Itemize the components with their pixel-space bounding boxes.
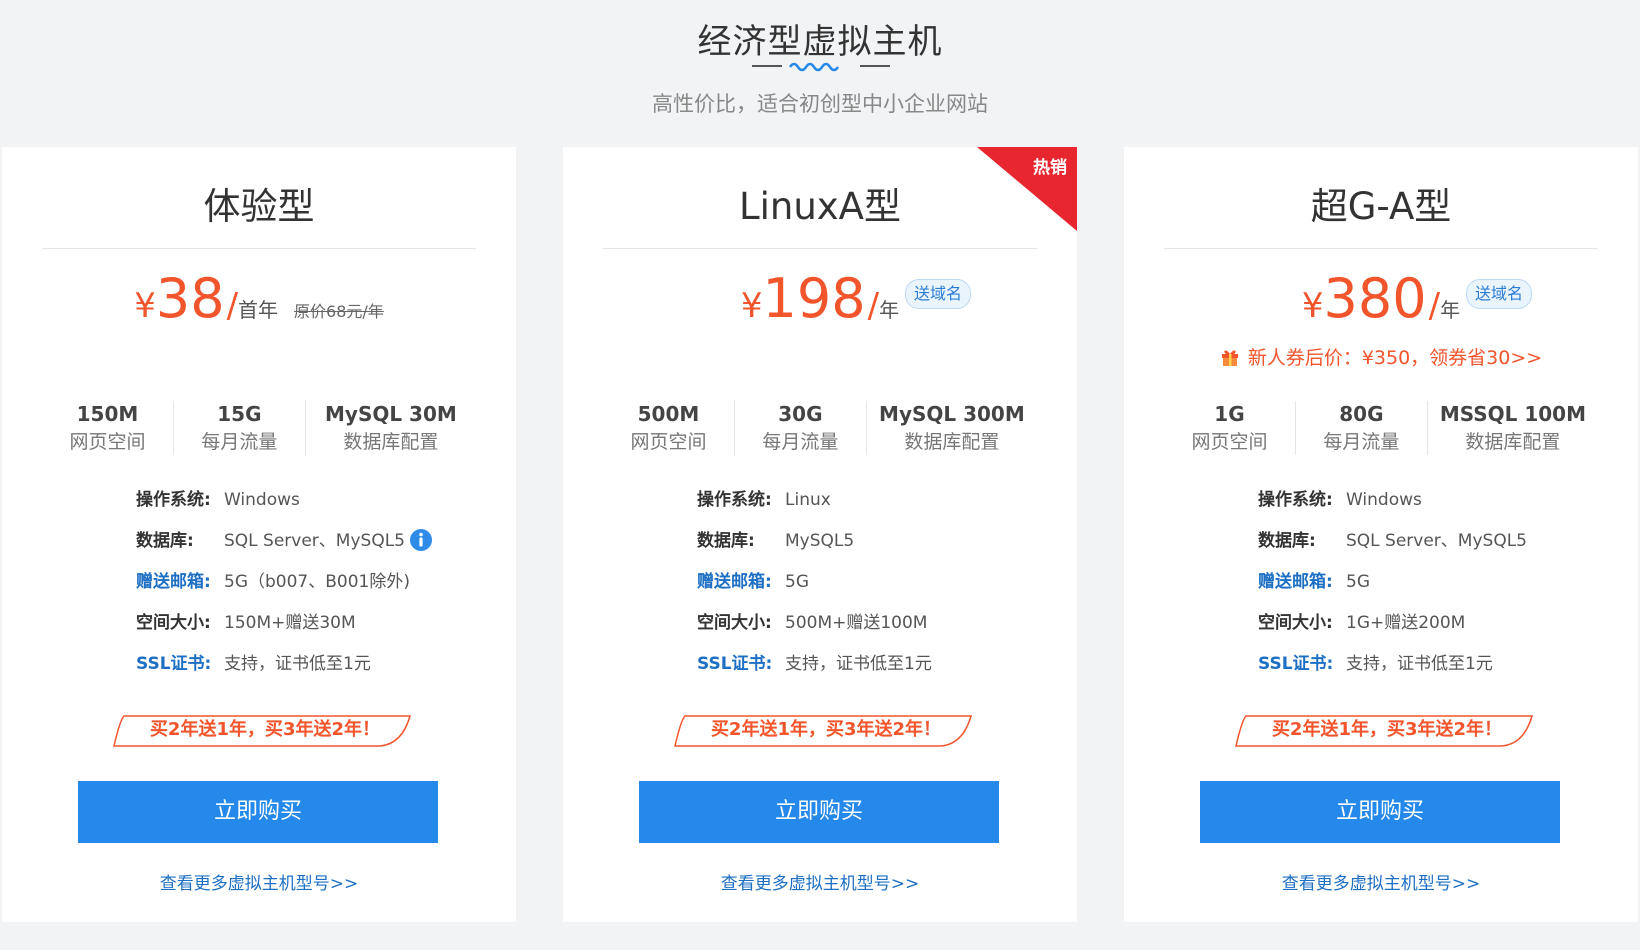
plan-card-chao-g-a: 超G-A型 ¥380/年 送域名 新人券后价：¥350，领券省30>> 1G 网页…	[1124, 147, 1638, 922]
spec-traffic: 80G 每月流量	[1296, 401, 1428, 455]
offer-banner: 买2年送1年，买3年送2年！	[1232, 714, 1542, 750]
spec-web-space: 150M 网页空间	[42, 401, 174, 455]
detail-ssl: SSL证书: 支持，证书低至1元	[136, 654, 371, 674]
plan-card-tiyan: 体验型 ¥38/首年 原价68元/年 150M 网页空间 15G 每月流量 MySQL…	[2, 147, 516, 922]
divider	[42, 248, 476, 249]
spec-database: MySQL 30M 数据库配置	[325, 402, 457, 453]
price-row: ¥380/年	[1301, 267, 1461, 330]
price-amount: 198	[762, 267, 866, 330]
plan-name: 体验型	[203, 185, 315, 228]
buy-now-button[interactable]: 立即购买	[1200, 781, 1560, 843]
spec-summary: 1G 网页空间 80G 每月流量 MSSQL 100M 数据库配置	[1164, 401, 1598, 455]
price-row: ¥198/年	[740, 267, 900, 330]
detail-ssl: SSL证书: 支持，证书低至1元	[697, 654, 932, 674]
more-models-link[interactable]: 查看更多虚拟主机型号>>	[1124, 869, 1638, 894]
spec-database: MySQL 300M 数据库配置	[879, 402, 1025, 453]
currency-symbol: ¥	[740, 286, 763, 326]
price-unit: 年	[879, 298, 900, 322]
plan-details: 操作系统: Linux 数据库: MySQL5 赠送邮箱: 5G 空间大小: 500M+…	[697, 487, 932, 692]
detail-space: 空间大小: 150M+赠送30M	[136, 613, 356, 633]
detail-mail: 赠送邮箱: 5G	[697, 572, 809, 592]
info-icon[interactable]	[409, 528, 433, 552]
detail-os: 操作系统: Windows	[136, 490, 300, 510]
offer-banner: 买2年送1年，买3年送2年！	[671, 714, 981, 750]
title-wave-divider	[752, 62, 890, 72]
plan-name: 超G-A型	[1310, 185, 1452, 228]
detail-os: 操作系统: Linux	[697, 490, 831, 510]
domain-gift-tag: 送域名	[905, 279, 972, 309]
spec-database: MSSQL 100M 数据库配置	[1439, 402, 1586, 453]
currency-symbol: ¥	[1301, 286, 1324, 326]
offer-banner: 买2年送1年，买3年送2年！	[110, 714, 420, 750]
spec-traffic: 15G 每月流量	[174, 401, 306, 455]
spec-web-space: 1G 网页空间	[1164, 401, 1296, 455]
more-models-link[interactable]: 查看更多虚拟主机型号>>	[2, 869, 516, 894]
detail-ssl: SSL证书: 支持，证书低至1元	[1258, 654, 1493, 674]
detail-space: 空间大小: 500M+赠送100M	[697, 613, 928, 633]
detail-db: 数据库: SQL Server、MySQL5	[136, 528, 433, 569]
price-unit: 首年	[238, 298, 279, 322]
detail-db: 数据库: SQL Server、MySQL5	[1258, 531, 1527, 551]
buy-now-button[interactable]: 立即购买	[78, 781, 438, 843]
detail-db: 数据库: MySQL5	[697, 531, 855, 551]
price-unit: 年	[1440, 298, 1461, 322]
spec-web-space: 500M 网页空间	[603, 401, 735, 455]
buy-now-button[interactable]: 立即购买	[639, 781, 999, 843]
plan-details: 操作系统: Windows 数据库: SQL Server、MySQL5 赠送邮箱:…	[136, 487, 433, 692]
detail-os: 操作系统: Windows	[1258, 490, 1422, 510]
page-subtitle: 高性价比，适合初创型中小企业网站	[652, 92, 988, 116]
spec-summary: 500M 网页空间 30G 每月流量 MySQL 300M 数据库配置	[603, 401, 1037, 455]
more-models-link[interactable]: 查看更多虚拟主机型号>>	[563, 869, 1077, 894]
price-amount: 380	[1323, 267, 1427, 330]
divider	[1164, 248, 1598, 249]
spec-summary: 150M 网页空间 15G 每月流量 MySQL 30M 数据库配置	[42, 401, 476, 455]
original-price: 原价68元/年	[294, 302, 384, 321]
spec-traffic: 30G 每月流量	[735, 401, 867, 455]
coupon-promo-link[interactable]: 新人券后价：¥350，领券省30>>	[1124, 343, 1638, 370]
detail-mail: 赠送邮箱: 5G	[1258, 572, 1370, 592]
divider	[603, 248, 1037, 249]
price-row: ¥38/首年 原价68元/年	[134, 267, 384, 330]
gift-icon	[1221, 350, 1238, 366]
currency-symbol: ¥	[134, 286, 156, 326]
page-title: 经济型虚拟主机	[697, 22, 943, 62]
domain-gift-tag: 送域名	[1466, 279, 1533, 309]
price-amount: 38	[155, 267, 225, 330]
detail-space: 空间大小: 1G+赠送200M	[1258, 613, 1466, 633]
detail-mail: 赠送邮箱: 5G（b007、B001除外)	[136, 572, 410, 592]
hot-badge: 热销	[977, 147, 1077, 231]
plan-details: 操作系统: Windows 数据库: SQL Server、MySQL5 赠送邮箱:…	[1258, 487, 1527, 692]
plan-card-linuxa: LinuxA型 ¥198/年 送域名 热销 500M 网页空间 30G 每月流量 M…	[563, 147, 1077, 922]
